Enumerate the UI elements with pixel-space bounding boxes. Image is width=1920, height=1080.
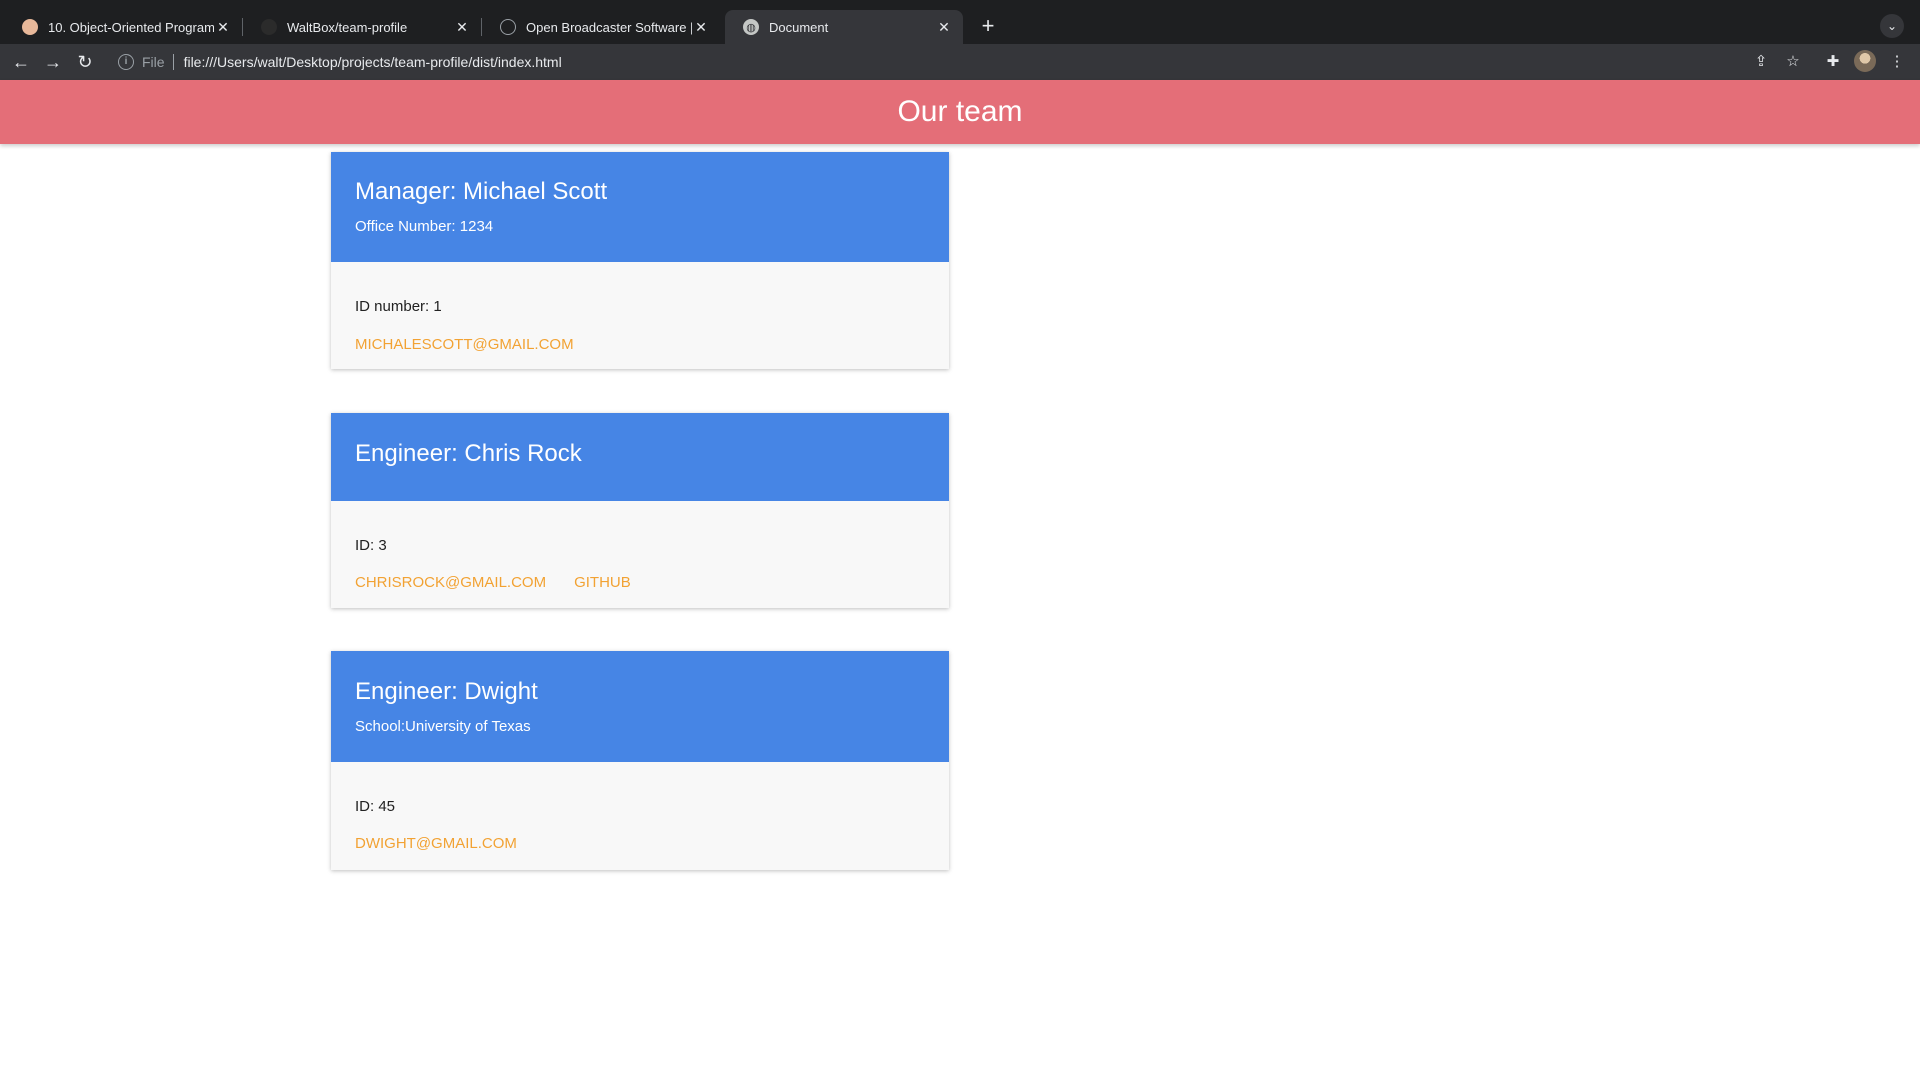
email-link[interactable]: CHRISROCK@GMAIL.COM — [355, 574, 546, 591]
obs-icon — [500, 19, 516, 35]
email-link[interactable]: DWIGHT@GMAIL.COM — [355, 835, 517, 852]
tab-title: 10. Object-Oriented Programm — [48, 19, 214, 35]
menu-kebab-icon[interactable]: ⋮ — [1886, 51, 1908, 73]
close-icon[interactable]: ✕ — [453, 19, 471, 36]
tab-team-profile-repo[interactable]: WaltBox/team-profile ✕ — [243, 10, 482, 44]
back-icon[interactable]: ← — [8, 49, 34, 75]
tab-title: Open Broadcaster Software | O — [526, 19, 692, 35]
divider — [172, 54, 174, 70]
card-title: Engineer: Chris Rock — [355, 440, 582, 467]
card-header: Manager: Michael Scott Office Number: 12… — [331, 152, 949, 262]
card-header: Engineer: Dwight School:University of Te… — [331, 651, 949, 762]
tab-document[interactable]: ◍ Document ✕ — [725, 10, 963, 44]
tab-search-button[interactable]: ⌄ — [1880, 14, 1904, 38]
globe-icon: ◍ — [743, 19, 759, 35]
reload-icon[interactable]: ↻ — [72, 49, 98, 75]
tab-title: WaltBox/team-profile — [287, 19, 408, 35]
forward-icon[interactable]: → — [40, 49, 66, 75]
tab-obs[interactable]: Open Broadcaster Software | O ✕ — [482, 10, 720, 44]
github-link[interactable]: GITHUB — [574, 574, 631, 591]
address-bar[interactable]: i File file:///Users/walt/Desktop/projec… — [112, 47, 1732, 77]
card-body: ID number: 1 MICHALESCOTT@GMAIL.COM — [331, 262, 949, 353]
tab-object-oriented[interactable]: 10. Object-Oriented Programm ✕ — [4, 10, 243, 44]
employee-card-engineer: Engineer: Chris Rock ID: 3 CHRISROCK@GMA… — [331, 413, 949, 608]
employee-card-engineer: Engineer: Dwight School:University of Te… — [331, 651, 949, 870]
course-icon — [22, 19, 38, 35]
office-number: Office Number: 1234 — [355, 218, 494, 235]
page-header: Our team — [0, 80, 1920, 144]
github-icon — [261, 19, 277, 35]
browser-toolbar: ← → ↻ i File file:///Users/walt/Desktop/… — [0, 44, 1920, 80]
employee-id: ID number: 1 — [355, 298, 442, 315]
extensions-icon[interactable]: ✚ — [1822, 51, 1844, 73]
share-icon[interactable]: ⇪ — [1750, 51, 1772, 73]
school: School:University of Texas — [355, 718, 531, 735]
bookmark-star-icon[interactable]: ☆ — [1782, 51, 1804, 73]
scheme-label: File — [142, 54, 165, 70]
employee-id: ID: 3 — [355, 537, 387, 554]
url-text[interactable]: file:///Users/walt/Desktop/projects/team… — [184, 54, 562, 70]
profile-avatar[interactable] — [1854, 50, 1876, 72]
employee-card-manager: Manager: Michael Scott Office Number: 12… — [331, 152, 949, 369]
close-icon[interactable]: ✕ — [935, 19, 953, 36]
close-icon[interactable]: ✕ — [214, 19, 232, 36]
card-body: ID: 3 CHRISROCK@GMAIL.COM GITHUB — [331, 501, 949, 591]
card-header: Engineer: Chris Rock — [331, 413, 949, 501]
card-body: ID: 45 DWIGHT@GMAIL.COM — [331, 762, 949, 852]
tab-strip: 10. Object-Oriented Programm ✕ WaltBox/t… — [0, 0, 1920, 44]
email-link[interactable]: MICHALESCOTT@GMAIL.COM — [355, 336, 574, 353]
new-tab-button[interactable]: + — [974, 13, 1002, 41]
card-title: Manager: Michael Scott — [355, 178, 608, 205]
tab-title: Document — [769, 19, 829, 35]
card-title: Engineer: Dwight — [355, 678, 538, 705]
employee-id: ID: 45 — [355, 798, 396, 815]
close-icon[interactable]: ✕ — [692, 19, 710, 36]
info-icon[interactable]: i — [118, 54, 134, 70]
